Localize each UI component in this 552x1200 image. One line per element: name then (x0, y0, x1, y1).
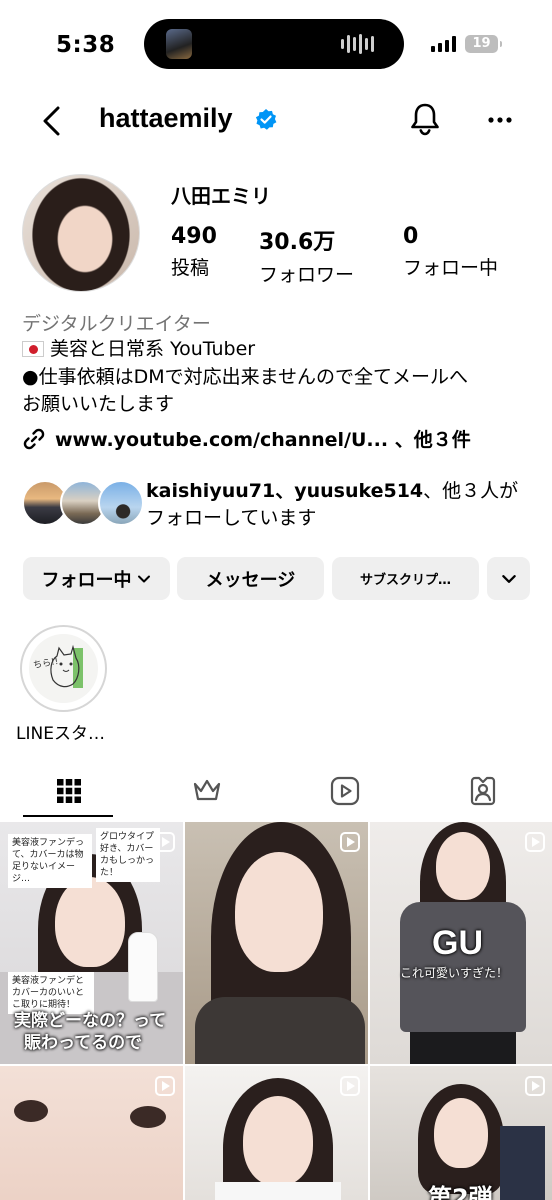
bio-line-2: ●仕事依頼はDMで対応出来ませんので全てメールへ (22, 366, 469, 388)
cellular-signal-icon (431, 36, 456, 52)
tagged-icon (470, 776, 496, 806)
stat-following[interactable]: 0 フォロー中 (403, 224, 498, 280)
bio-line-1-text: 美容と日常系 YouTuber (50, 338, 256, 360)
chevron-down-icon (137, 575, 150, 582)
post-tile-2[interactable] (185, 822, 368, 1064)
stat-following-label: フォロー中 (403, 257, 499, 279)
profile-avatar[interactable] (22, 174, 140, 292)
bio-line-3: お願いいたします (22, 393, 175, 415)
post-6-title: 第2弾 (428, 1184, 493, 1200)
followed-by-text[interactable]: kaishiyuu71、yuusuke514、他３人が フォローしています (146, 478, 518, 532)
battery-icon: 19 (465, 35, 502, 53)
story-highlight-line-stamp[interactable]: ちら!! (20, 625, 107, 712)
tab-subscriptions[interactable] (138, 765, 276, 817)
stat-posts-label: 投稿 (171, 257, 210, 279)
reels-icon (330, 776, 360, 806)
chevron-down-icon (501, 574, 516, 583)
post-tile-4[interactable] (0, 1066, 183, 1200)
post-2-top (195, 997, 365, 1064)
post-1-face (55, 877, 125, 967)
post-3-face (436, 832, 490, 900)
profile-links[interactable]: www.youtube.com/channel/U... 、他３件 (22, 425, 471, 452)
verified-badge-icon (255, 109, 277, 130)
post-1-product-bottle (128, 932, 158, 1002)
highlight-label: LINEスタ… (16, 724, 105, 744)
post-1-title-2: 賑わってるので (24, 1033, 143, 1053)
post-6-jacket (500, 1126, 545, 1200)
profile-username: hattaemily (99, 103, 233, 133)
message-button-label: メッセージ (205, 569, 296, 591)
back-arrow-icon[interactable] (36, 104, 68, 138)
reel-indicator-icon (525, 832, 545, 852)
post-tile-6[interactable]: 第2弾 (370, 1066, 552, 1200)
link-icon (23, 428, 45, 449)
following-button[interactable]: フォロー中 (23, 557, 170, 600)
follower-avatar-3 (98, 480, 144, 526)
post-tile-5[interactable] (185, 1066, 368, 1200)
tab-tagged[interactable] (414, 765, 552, 817)
message-button[interactable]: メッセージ (177, 557, 324, 600)
notification-bell-icon[interactable] (408, 101, 442, 137)
suggested-accounts-button[interactable] (487, 557, 530, 600)
reel-indicator-icon (525, 1076, 545, 1096)
highlight-cover: ちら!! (29, 634, 98, 703)
post-1-caption-1: 美容液ファンデって、カバーカは物足りないイメージ… (8, 834, 92, 888)
stat-followers-label: フォロワー (259, 264, 355, 286)
stat-posts-count: 490 (171, 224, 217, 249)
reel-indicator-icon (340, 1076, 360, 1096)
reel-indicator-icon (155, 1076, 175, 1096)
followed-by-line-2: フォローしています (146, 507, 317, 529)
profile-header: hattaemily (0, 92, 552, 152)
now-playing-thumbnail (166, 29, 192, 59)
post-4-eye-left (14, 1100, 48, 1122)
followed-by-rest: 、他３人が (423, 480, 519, 502)
display-name: 八田エミリ (171, 184, 271, 208)
post-3-brand: GU (432, 924, 483, 962)
followed-by-names: kaishiyuu71、yuusuke514 (146, 480, 424, 502)
crown-icon (193, 779, 221, 801)
post-tile-3[interactable]: GU これ可愛いすぎた！ (370, 822, 552, 1064)
profile-link-text[interactable]: www.youtube.com/channel/U... 、他３件 (55, 425, 471, 452)
post-3-subtitle: これ可愛いすぎた！ (400, 966, 509, 980)
post-5-top (215, 1182, 341, 1200)
active-tab-indicator (23, 815, 113, 817)
dynamic-island[interactable] (144, 19, 404, 69)
status-time: 5:38 (56, 32, 116, 58)
japan-flag-icon (22, 341, 44, 357)
post-tile-1[interactable]: 美容液ファンデって、カバーカは物足りないイメージ… グロウタイプ好き、カバーカも… (0, 822, 183, 1064)
post-5-face (243, 1096, 313, 1186)
following-button-label: フォロー中 (41, 569, 132, 591)
profile-tabs (0, 765, 552, 817)
post-1-caption-2: グロウタイプ好き、カバーカもしっかった！ (96, 828, 160, 882)
stat-followers-count: 30.6万 (259, 230, 336, 255)
status-bar: 5:38 19 (0, 0, 552, 92)
stat-followers[interactable]: 30.6万 フォロワー (259, 224, 354, 287)
tab-reels[interactable] (276, 765, 414, 817)
post-2-face (235, 852, 323, 972)
bio-line-1: 美容と日常系 YouTuber (22, 336, 255, 363)
post-4-eye-right (130, 1106, 166, 1128)
subscribe-button-label: サブスクリプ… (359, 573, 451, 588)
profile-category: デジタルクリエイター (22, 313, 211, 335)
subscribe-button[interactable]: サブスクリプ… (332, 557, 479, 600)
reel-indicator-icon (155, 832, 175, 852)
more-options-icon[interactable] (486, 106, 514, 134)
audio-waveform-icon (341, 34, 374, 54)
grid-icon (57, 779, 81, 803)
stat-following-count: 0 (403, 224, 419, 249)
post-3-pants (410, 1032, 516, 1064)
stat-posts[interactable]: 490 投稿 (171, 224, 217, 280)
reel-indicator-icon (340, 832, 360, 852)
tab-posts-grid[interactable] (0, 765, 138, 817)
post-6-face (434, 1098, 488, 1168)
